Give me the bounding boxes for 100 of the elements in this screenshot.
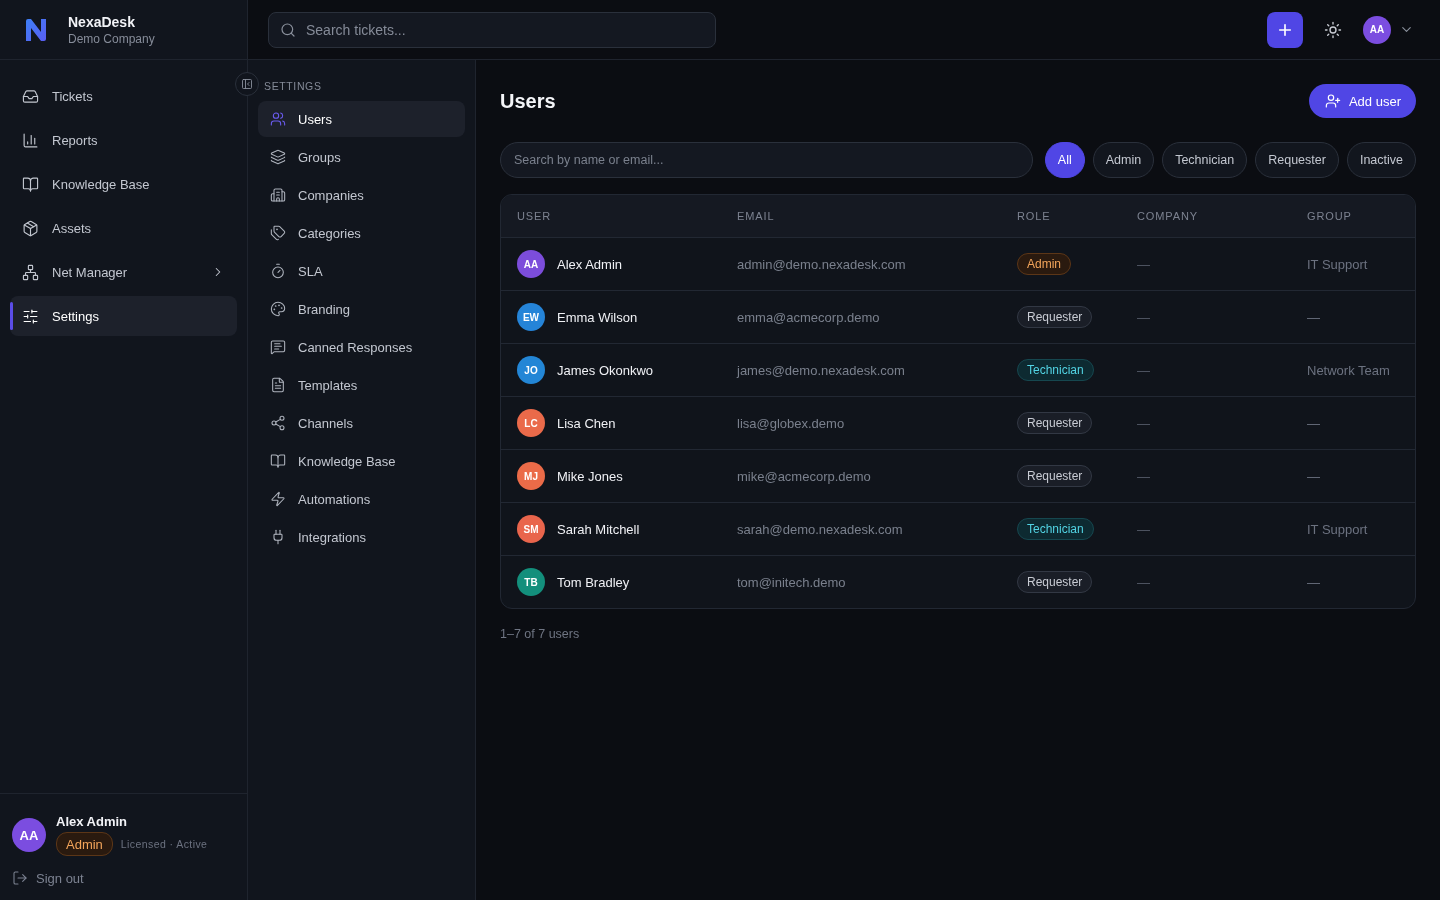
user-name: Lisa Chen	[557, 415, 616, 431]
company-cell: —	[1137, 256, 1150, 272]
user-avatar: SM	[517, 515, 545, 543]
pagination-summary: 1–7 of 7 users	[500, 627, 580, 641]
role-badge: Technician	[1017, 359, 1094, 381]
role-badge: Technician	[1017, 518, 1094, 540]
section-title: SETTINGS	[264, 80, 322, 92]
user-name: Alex Admin	[557, 256, 623, 272]
tags-icon	[270, 225, 286, 241]
email-cell: james@demo.nexadesk.com	[737, 362, 905, 378]
lightning-icon	[270, 491, 286, 507]
user-name: Emma Wilson	[557, 309, 638, 325]
timer-icon	[270, 263, 286, 279]
add-user-button[interactable]: Add user	[1308, 84, 1416, 118]
user-name: James Okonkwo	[557, 362, 654, 378]
settings-nav-item[interactable]: Groups	[258, 139, 465, 175]
message-icon	[270, 339, 286, 355]
settings-nav-item[interactable]: Branding	[258, 291, 465, 327]
page-title: Users	[500, 89, 556, 113]
filter-chip[interactable]: Requester	[1255, 142, 1339, 178]
settings-nav-item[interactable]: Knowledge Base	[258, 443, 465, 479]
group-cell: —	[1307, 468, 1320, 484]
email-cell: mike@acmecorp.demo	[737, 468, 871, 484]
building-icon	[270, 187, 286, 203]
email-cell: sarah@demo.nexadesk.com	[737, 521, 903, 537]
nav-item[interactable]: Assets	[10, 208, 237, 248]
user-name: Sarah Mitchell	[557, 521, 640, 537]
user-plus-icon	[1324, 93, 1341, 109]
email-cell: tom@initech.demo	[737, 574, 846, 590]
group-cell: —	[1307, 309, 1320, 325]
role-badge: Admin	[56, 832, 113, 856]
company-cell: —	[1137, 468, 1150, 484]
role-badge: Requester	[1017, 412, 1093, 434]
user-avatar: EW	[517, 303, 545, 331]
search-icon	[280, 21, 296, 38]
book-icon	[22, 175, 39, 193]
user-avatar: AA	[517, 250, 545, 278]
settings-nav-item[interactable]: Channels	[258, 405, 465, 441]
user-avatar: JO	[517, 356, 545, 384]
filter-chip[interactable]: All	[1044, 142, 1085, 178]
sun-icon	[1324, 20, 1342, 39]
role-badge: Requester	[1017, 465, 1093, 487]
nav-item[interactable]: Reports	[10, 120, 237, 160]
column-header: COMPANY	[1137, 210, 1198, 222]
group-cell: Network Team	[1307, 362, 1390, 378]
sliders-icon	[22, 307, 39, 325]
search-field[interactable]: Search tickets...	[268, 11, 716, 48]
email-cell: admin@demo.nexadesk.com	[737, 256, 906, 272]
layers-icon	[270, 149, 286, 165]
user-avatar: LC	[517, 409, 545, 437]
settings-nav-item[interactable]: Canned Responses	[258, 329, 465, 365]
sign-out-link[interactable]: Sign out	[12, 870, 84, 886]
settings-nav-item[interactable]: Templates	[258, 367, 465, 403]
filter-chip[interactable]: Technician	[1162, 142, 1248, 178]
users-icon	[270, 111, 286, 127]
network-icon	[22, 263, 39, 281]
filter-chip[interactable]: Inactive	[1346, 142, 1416, 178]
settings-nav-item[interactable]: Automations	[258, 481, 465, 517]
nav-item[interactable]: Net Manager	[10, 252, 237, 292]
user-name: Alex Admin	[56, 814, 128, 829]
share-icon	[270, 415, 286, 431]
nav-item[interactable]: Settings	[10, 296, 237, 336]
nav-item[interactable]: Knowledge Base	[10, 164, 237, 204]
company-cell: —	[1137, 362, 1150, 378]
user-search-field[interactable]: Search by name or email...	[500, 142, 1033, 178]
settings-nav-item[interactable]: Users	[258, 101, 465, 137]
settings-nav-item[interactable]: Companies	[258, 177, 465, 213]
settings-nav-item[interactable]: SLA	[258, 253, 465, 289]
user-avatar: TB	[517, 568, 545, 596]
box-icon	[22, 219, 39, 237]
sign-out-icon	[12, 870, 28, 886]
email-cell: emma@acmecorp.demo	[737, 309, 880, 325]
settings-nav-item[interactable]: Integrations	[258, 519, 465, 555]
column-header: ROLE	[1017, 210, 1051, 222]
filter-chip[interactable]: Admin	[1092, 142, 1155, 178]
email-cell: lisa@globex.demo	[737, 415, 845, 431]
user-avatar: AA	[12, 818, 46, 852]
column-header: EMAIL	[737, 210, 775, 222]
group-cell: IT Support	[1307, 521, 1368, 537]
logo-icon	[26, 18, 46, 41]
group-cell: IT Support	[1307, 256, 1368, 272]
column-header: USER	[517, 210, 552, 222]
account-avatar[interactable]: AA	[1363, 15, 1391, 44]
nav-item[interactable]: Tickets	[10, 76, 237, 116]
column-header: GROUP	[1307, 210, 1352, 222]
palette-icon	[270, 301, 286, 317]
settings-nav-item[interactable]: Categories	[258, 215, 465, 251]
role-badge: Requester	[1017, 306, 1093, 328]
user-avatar: MJ	[517, 462, 545, 490]
role-badge: Requester	[1017, 571, 1093, 593]
group-cell: —	[1307, 415, 1320, 431]
company-cell: —	[1137, 309, 1150, 325]
new-button[interactable]	[1267, 11, 1303, 48]
inbox-icon	[22, 87, 39, 105]
user-name: Tom Bradley	[557, 574, 630, 590]
document-icon	[270, 377, 286, 393]
panel-icon	[241, 78, 253, 90]
role-badge: Admin	[1017, 253, 1071, 275]
company-name: Demo Company	[68, 31, 155, 46]
user-name: Mike Jones	[557, 468, 623, 484]
